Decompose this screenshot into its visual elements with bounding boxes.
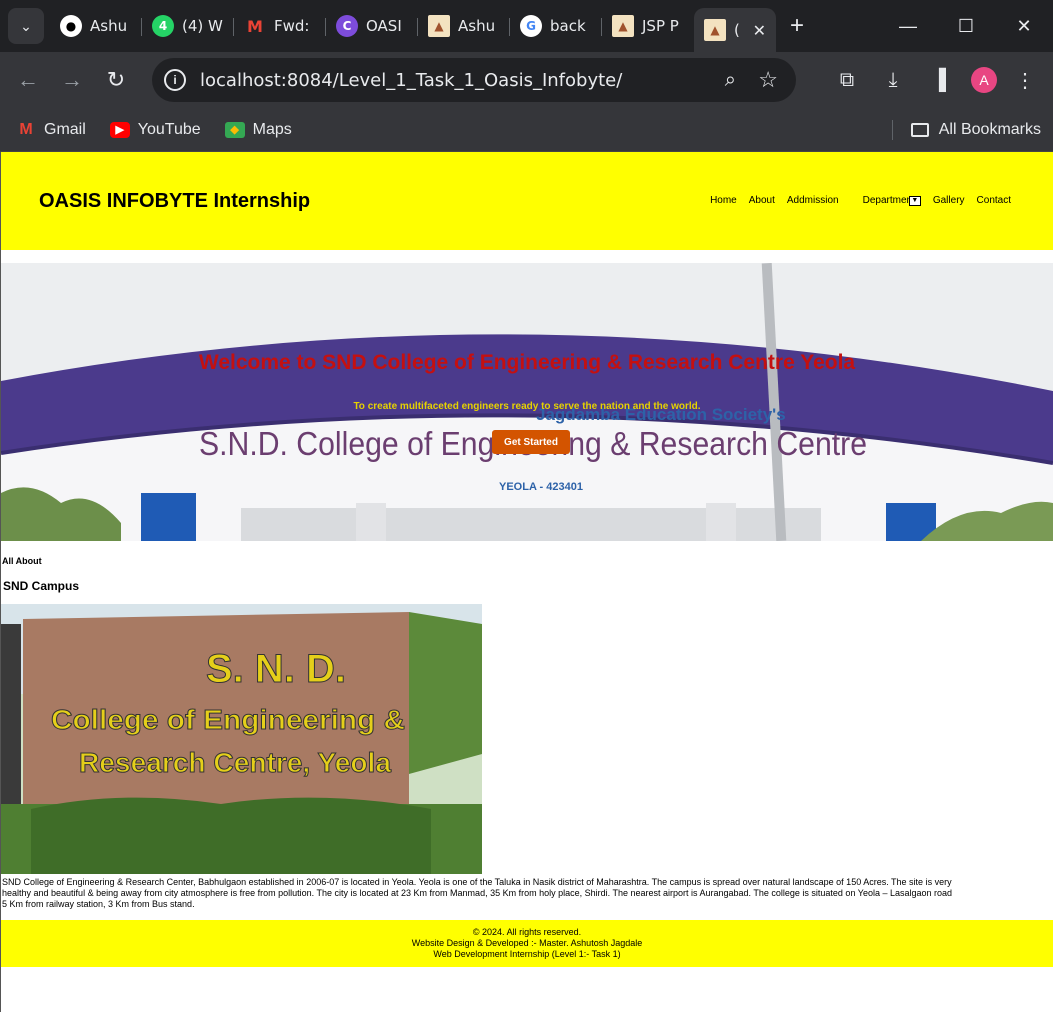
minimize-icon[interactable]: —: [879, 0, 937, 52]
bookmark-label: Gmail: [44, 120, 86, 138]
hero-subtitle: To create multifaceted engineers ready t…: [353, 401, 701, 412]
github-icon: ●: [60, 15, 82, 37]
youtube-icon: ▶: [109, 121, 130, 138]
whatsapp-icon: 4: [152, 15, 174, 37]
forward-arrow-icon[interactable]: →: [54, 62, 90, 98]
dropdown-caret-icon[interactable]: ▼: [908, 195, 921, 206]
tomcat-icon: ▲: [428, 15, 450, 37]
browser-chrome: ⌄ ● Ashu 4 (4) W M Fwd: C OASI ▲ Ashu G …: [0, 0, 1053, 152]
tab-label: back: [550, 17, 586, 35]
campus-text-line: healthy and beautiful & being away from …: [2, 888, 953, 898]
campus-description: SND College of Engineering & Research Ce…: [2, 877, 1053, 910]
bookmark-label: Maps: [252, 120, 292, 138]
toolbar-actions: ⧉ ⤓ ▐ A ⋮: [819, 62, 1043, 98]
nav-department[interactable]: Department ▼: [851, 195, 921, 206]
tab-strip: ⌄ ● Ashu 4 (4) W M Fwd: C OASI ▲ Ashu G …: [0, 0, 1053, 52]
site-nav: Home About Addmission Department ▼ Galle…: [698, 195, 1011, 206]
campus-sign-image: S. N. D. College of Engineering & Resear…: [1, 604, 482, 874]
browser-tab[interactable]: ▲ Ashu: [418, 6, 510, 46]
gmail-icon: M: [247, 16, 263, 36]
tab-label: Ashu: [90, 17, 128, 35]
google-icon: G: [520, 15, 542, 37]
tab-label: (4) W: [182, 17, 223, 35]
footer-internship: Web Development Internship (Level 1:- Ta…: [433, 949, 621, 959]
site-info-icon[interactable]: i: [164, 69, 186, 91]
browser-tab-active[interactable]: ▲ ( ✕: [694, 8, 776, 52]
reload-icon[interactable]: ↻: [98, 62, 134, 98]
maps-icon: ◆: [224, 121, 245, 138]
bookmark-label: YouTube: [137, 120, 201, 138]
campus-text-line: SND College of Engineering & Research Ce…: [2, 877, 952, 887]
web-page: OASIS INFOBYTE Internship Home About Add…: [0, 152, 1053, 1012]
nav-admission[interactable]: Addmission: [787, 195, 839, 206]
campus-text-line: 5 Km from railway station, 3 Km from Bus…: [2, 899, 195, 909]
download-icon[interactable]: ⤓: [875, 62, 911, 98]
address-url[interactable]: localhost:8084/Level_1_Task_1_Oasis_Info…: [200, 70, 622, 91]
side-panel-icon[interactable]: ▐: [921, 62, 957, 98]
nav-home[interactable]: Home: [710, 195, 737, 206]
canva-icon: C: [336, 15, 358, 37]
browser-tab[interactable]: M Fwd:: [234, 6, 326, 46]
hero-title: Welcome to SND College of Engineering & …: [198, 351, 856, 374]
menu-kebab-icon[interactable]: ⋮: [1007, 62, 1043, 98]
browser-tab[interactable]: ● Ashu: [50, 6, 142, 46]
footer-credit: Website Design & Developed :- Master. As…: [411, 938, 643, 948]
tab-label: JSP P: [642, 17, 679, 35]
nav-about[interactable]: About: [749, 195, 775, 206]
new-tab-button[interactable]: +: [790, 12, 804, 40]
maximize-icon[interactable]: ☐: [937, 0, 995, 52]
browser-tab[interactable]: G back: [510, 6, 602, 46]
all-bookmarks-label: All Bookmarks: [938, 121, 1041, 138]
nav-department-label: Department: [862, 195, 915, 206]
bookmark-star-icon[interactable]: ☆: [758, 67, 778, 93]
close-window-icon[interactable]: ✕: [995, 0, 1053, 52]
site-footer: © 2024. All rights reserved. Website Des…: [1, 920, 1053, 967]
profile-avatar[interactable]: A: [971, 67, 997, 93]
extensions-icon[interactable]: ⧉: [829, 62, 865, 98]
bookmark-maps[interactable]: ◆ Maps: [224, 120, 292, 139]
get-started-button[interactable]: Get Started: [492, 430, 570, 454]
chevron-down-icon: ⌄: [20, 17, 32, 34]
nav-gallery[interactable]: Gallery: [933, 195, 965, 206]
sign-line-1: S. N. D.: [206, 647, 346, 691]
campus-image: S. N. D. College of Engineering & Resear…: [1, 604, 482, 874]
campus-title: SND Campus: [3, 579, 80, 593]
bookmark-youtube[interactable]: ▶ YouTube: [109, 120, 201, 139]
tomcat-icon: ▲: [612, 15, 634, 37]
site-header: OASIS INFOBYTE Internship Home About Add…: [1, 152, 1053, 250]
sign-line-3: Research Centre, Yeola: [79, 747, 391, 778]
browser-toolbar: ← → ↻ i localhost:8084/Level_1_Task_1_Oa…: [0, 52, 1053, 108]
browser-tab[interactable]: C OASI: [326, 6, 418, 46]
building-sign-pin: YEOLA - 423401: [499, 481, 583, 493]
tab-label: Fwd:: [274, 17, 310, 35]
site-title: OASIS INFOBYTE Internship: [39, 190, 311, 212]
browser-tab[interactable]: 4 (4) W: [142, 6, 234, 46]
tab-label: OASI: [366, 17, 402, 35]
tab-label: Ashu: [458, 17, 496, 35]
bookmark-gmail[interactable]: M Gmail: [16, 120, 86, 139]
address-bar[interactable]: i localhost:8084/Level_1_Task_1_Oasis_In…: [152, 58, 796, 102]
footer-copyright: © 2024. All rights reserved.: [472, 927, 582, 937]
close-icon[interactable]: ✕: [753, 21, 766, 40]
hero-banner: Jagdamba Education Society's S.N.D. Coll…: [1, 263, 1053, 541]
browser-tab[interactable]: ▲ JSP P: [602, 6, 694, 46]
zoom-icon[interactable]: ⌕: [725, 69, 736, 92]
tab-search-button[interactable]: ⌄: [8, 8, 44, 44]
folder-icon: [910, 123, 929, 137]
about-label: All About: [2, 556, 42, 566]
gmail-icon: M: [19, 120, 33, 138]
tomcat-icon: ▲: [704, 19, 726, 41]
window-controls: — ☐ ✕: [879, 0, 1053, 52]
back-arrow-icon[interactable]: ←: [10, 62, 46, 98]
all-bookmarks[interactable]: All Bookmarks: [891, 120, 1041, 140]
bookmarks-bar: M Gmail ▶ YouTube ◆ Maps All Bookmarks: [0, 108, 1053, 152]
nav-contact[interactable]: Contact: [977, 195, 1011, 206]
tab-label: (: [734, 21, 740, 39]
sign-line-2: College of Engineering &: [51, 704, 405, 735]
